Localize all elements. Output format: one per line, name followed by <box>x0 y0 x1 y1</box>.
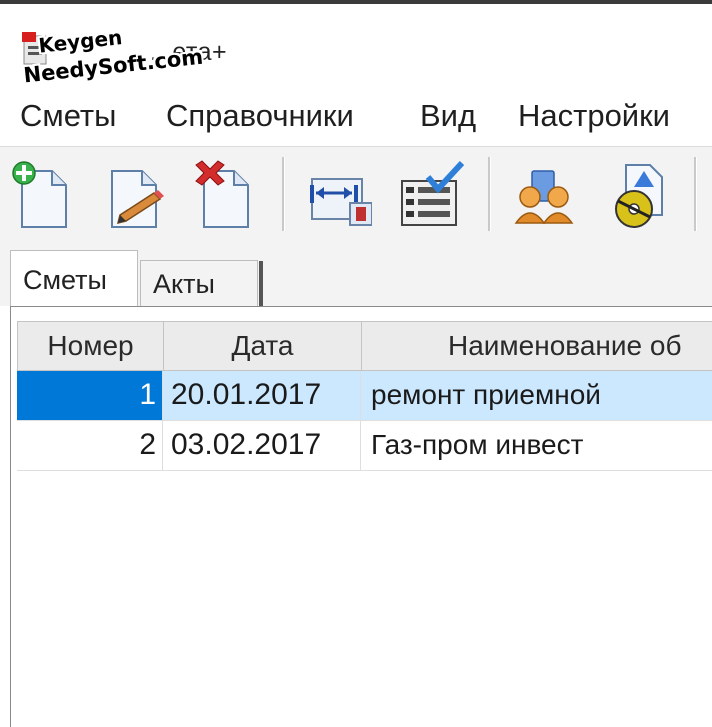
column-header-object-name[interactable]: Наименование об <box>361 321 712 371</box>
cell-number[interactable]: 2 <box>17 421 163 471</box>
people-icon <box>514 170 574 224</box>
new-estimate-button[interactable] <box>8 157 74 229</box>
tab-strip: Сметы Акты <box>0 238 712 308</box>
cell-date[interactable]: 03.02.2017 <box>163 421 361 471</box>
toolbar-separator <box>488 157 491 231</box>
edit-estimate-button[interactable] <box>100 157 166 229</box>
table-row[interactable]: 2 03.02.2017 Газ-пром инвест <box>17 421 712 471</box>
menu-vid[interactable]: Вид <box>416 98 480 134</box>
counterparties-button[interactable] <box>512 157 578 229</box>
menu-spravochniki[interactable]: Справочники <box>162 98 358 134</box>
cd-document-icon <box>615 164 663 228</box>
checklist-button[interactable] <box>398 157 465 229</box>
cell-number[interactable]: 1 <box>17 371 163 421</box>
tab-akty[interactable]: Акты <box>140 260 263 307</box>
watermark-line-1: Keygen <box>37 25 124 58</box>
watermark-logo: Keygen NeedySoft.com <box>16 5 204 99</box>
delete-estimate-button[interactable] <box>192 157 258 229</box>
toolbar-separator <box>694 157 697 231</box>
toolbar-separator <box>282 157 285 231</box>
table-row[interactable]: 1 20.01.2017 ремонт приемной <box>17 371 712 421</box>
title-bar: ...ета+ Keygen NeedySoft.com <box>0 4 712 90</box>
cell-date[interactable]: 20.01.2017 <box>163 371 361 421</box>
menu-bar: Сметы Справочники Вид Настройки <box>0 90 712 146</box>
toolbar <box>0 146 712 240</box>
column-width-button[interactable] <box>306 157 373 229</box>
checklist-icon <box>401 160 465 226</box>
menu-nastroyki[interactable]: Настройки <box>514 98 674 134</box>
column-header-date[interactable]: Дата <box>163 321 363 371</box>
new-document-icon <box>12 161 67 228</box>
tab-smety[interactable]: Сметы <box>10 250 138 308</box>
estimates-table: Номер Дата Наименование об 1 20.01.2017 … <box>10 306 712 727</box>
edit-document-icon <box>111 170 164 228</box>
reports-button[interactable] <box>604 157 670 229</box>
column-width-icon <box>310 178 373 226</box>
menu-smety[interactable]: Сметы <box>16 98 120 134</box>
cell-object-name[interactable]: ремонт приемной <box>361 371 712 421</box>
delete-document-icon <box>195 160 249 228</box>
column-header-number[interactable]: Номер <box>17 321 165 371</box>
cell-object-name[interactable]: Газ-пром инвест <box>361 421 712 471</box>
